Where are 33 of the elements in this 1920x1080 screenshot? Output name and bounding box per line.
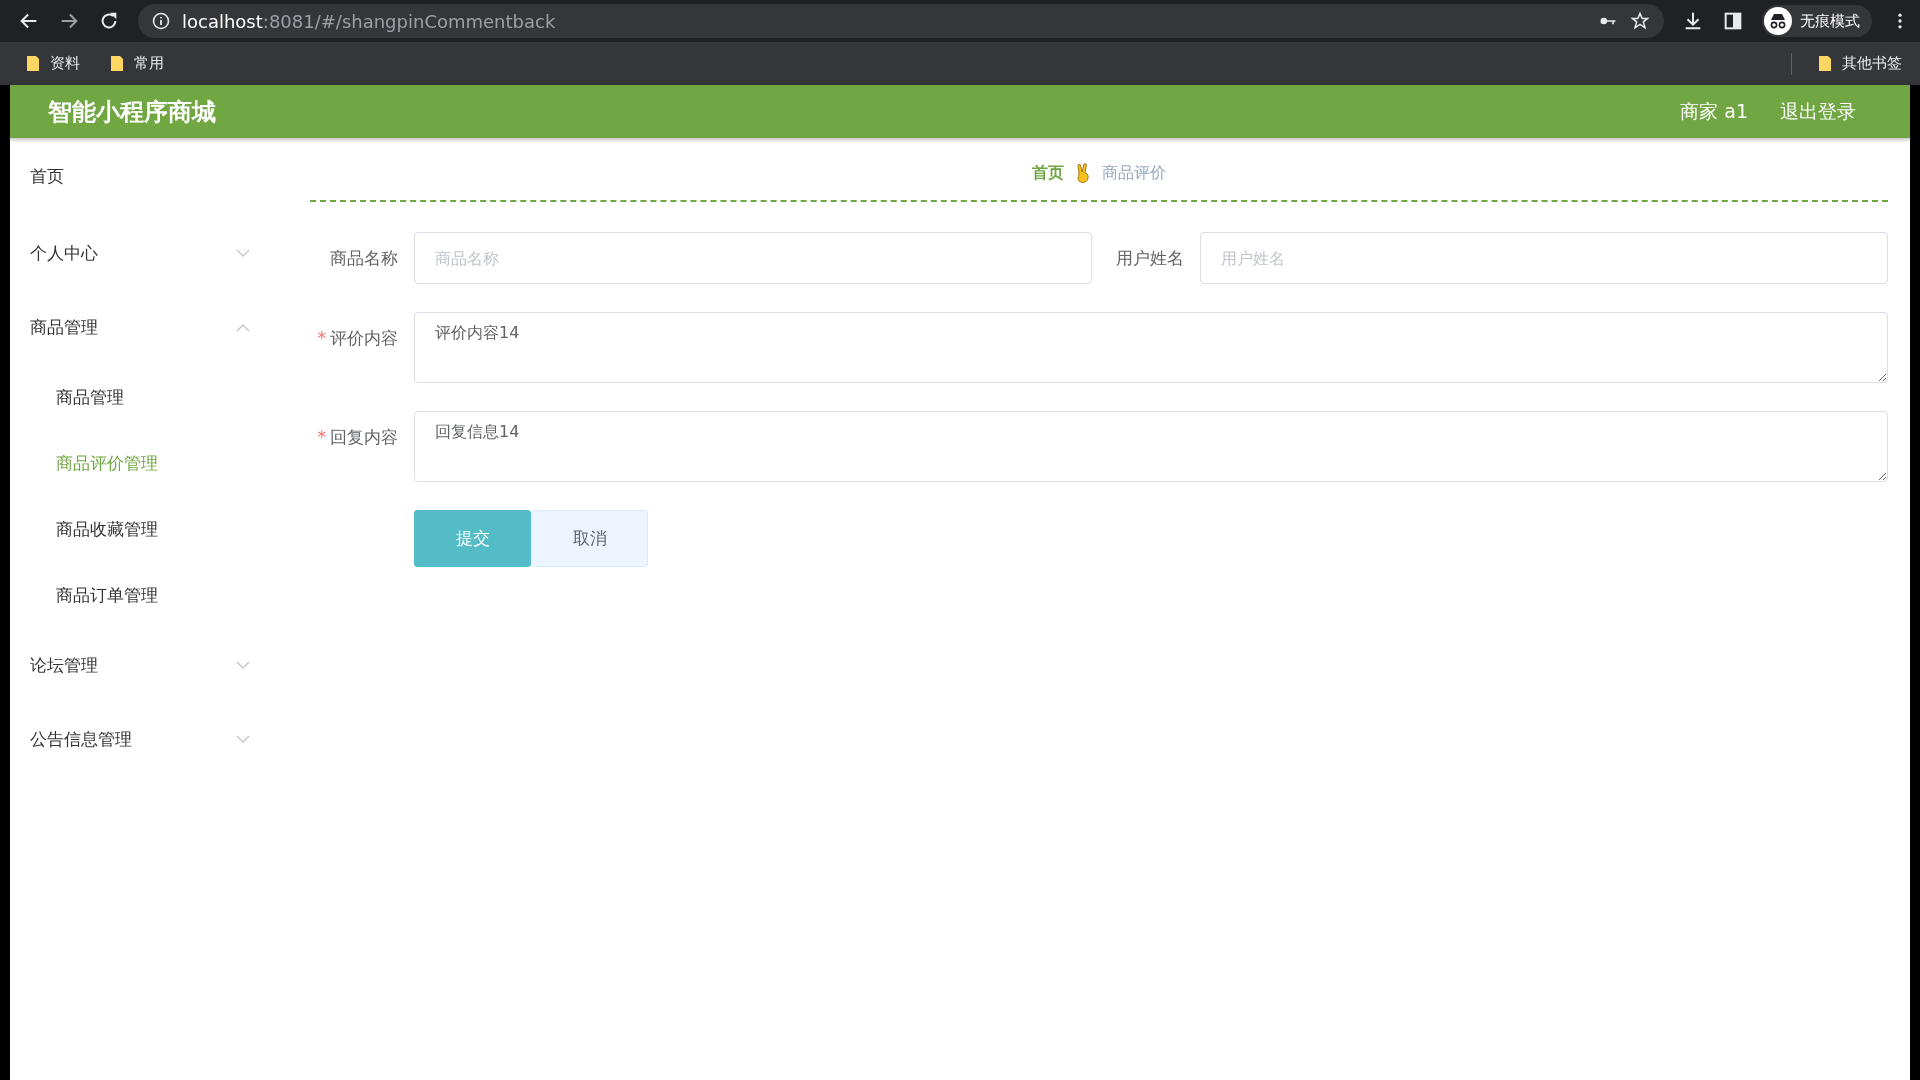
bookmark-item[interactable]: 常用: [106, 52, 168, 75]
sidebar-subitem[interactable]: 商品管理: [10, 364, 290, 430]
bookmark-item[interactable]: 资料: [22, 52, 84, 75]
app-title: 智能小程序商城: [48, 96, 216, 128]
folder-icon: [26, 55, 40, 72]
text-area[interactable]: 评价内容14: [414, 312, 1888, 383]
folder-icon: [110, 55, 124, 72]
sidebar-item[interactable]: 商品管理: [10, 290, 290, 364]
field-label: 商品名称: [329, 247, 399, 270]
sidebar-subitem[interactable]: 商品收藏管理: [10, 496, 290, 562]
incognito-badge[interactable]: 无痕模式: [1762, 5, 1872, 37]
info-icon[interactable]: [152, 12, 170, 30]
cancel-button[interactable]: 取消: [531, 510, 648, 567]
breadcrumb-current: 商品评价: [1102, 162, 1166, 184]
hand-icon: [1076, 163, 1090, 183]
star-icon[interactable]: [1630, 11, 1650, 31]
address-bar[interactable]: localhost:8081/#/shangpinCommentback: [138, 4, 1664, 38]
folder-icon: [1818, 55, 1832, 72]
field-label: * 回复内容: [316, 426, 399, 449]
incognito-icon: [1764, 7, 1792, 35]
other-bookmarks[interactable]: 其他书签: [1814, 52, 1906, 75]
user-name: 商家 a1: [1680, 98, 1748, 124]
sidebar-item[interactable]: 公告信息管理: [10, 702, 290, 776]
text-area[interactable]: 回复信息14: [414, 411, 1888, 482]
input-field[interactable]: 用户姓名: [1200, 232, 1888, 284]
sidebar-item[interactable]: 论坛管理: [10, 628, 290, 702]
field-label: 用户姓名: [1115, 247, 1185, 270]
input-field[interactable]: 商品名称: [414, 232, 1092, 284]
sidebar-item[interactable]: 首页: [10, 156, 290, 196]
sidebar-item[interactable]: 个人中心: [10, 216, 290, 290]
field-label: * 评价内容: [316, 327, 399, 350]
sidebar-subitem[interactable]: 商品订单管理: [10, 562, 290, 628]
side-panel-icon[interactable]: [1722, 10, 1744, 32]
